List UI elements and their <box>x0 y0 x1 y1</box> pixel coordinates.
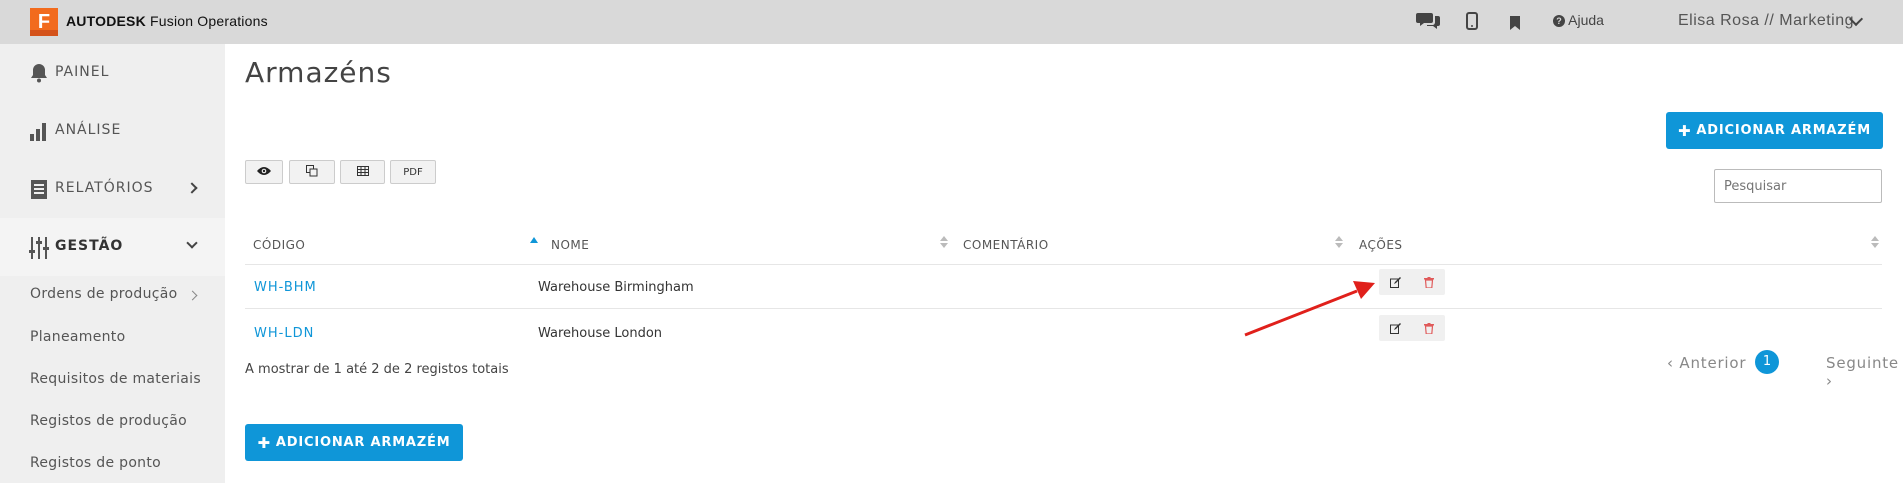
add-warehouse-label: ADICIONAR ARMAZÉM <box>275 435 451 450</box>
plus-icon: ✚ <box>1678 121 1692 140</box>
sidebar-subitem-registos-ponto[interactable]: Registos de ponto <box>30 455 161 471</box>
column-header-comentario[interactable]: COMENTÁRIO <box>963 238 1049 252</box>
excel-export-button[interactable] <box>340 160 385 184</box>
previous-label: Anterior <box>1679 354 1747 372</box>
row-name: Warehouse London <box>538 326 663 341</box>
chevron-right-icon <box>186 182 198 194</box>
delete-button[interactable] <box>1412 315 1445 341</box>
add-warehouse-button-bottom[interactable]: ✚ ADICIONAR ARMAZÉM <box>245 424 463 461</box>
sliders-icon <box>28 236 50 259</box>
sort-asc-icon[interactable] <box>530 237 538 243</box>
sidebar-item-analise[interactable]: ANÁLISE <box>0 102 225 160</box>
document-icon <box>28 178 50 200</box>
bookmark-icon[interactable] <box>1509 14 1521 35</box>
bell-icon <box>28 62 50 84</box>
add-warehouse-label: ADICIONAR ARMAZÉM <box>1696 123 1871 138</box>
help-link[interactable]: ? Ajuda <box>1553 12 1604 28</box>
sidebar-item-relatorios[interactable]: RELATÓRIOS <box>0 160 225 218</box>
row-name: Warehouse Birmingham <box>538 280 694 295</box>
fusion-logo[interactable]: F <box>30 8 58 36</box>
trash-icon <box>1423 319 1434 338</box>
top-bar: F AUTODESK Fusion Operations ? Ajuda Eli… <box>0 0 1903 44</box>
copy-button[interactable] <box>289 160 335 184</box>
column-header-codigo[interactable]: CÓDIGO <box>253 238 305 252</box>
sidebar-item-gestao[interactable]: GESTÃO <box>0 218 225 276</box>
sidebar-subitem-requisitos[interactable]: Requisitos de materiais <box>30 371 201 387</box>
bar-chart-icon <box>28 120 50 142</box>
table-icon <box>356 165 369 179</box>
table-divider <box>245 308 1882 309</box>
column-header-acoes: AÇÕES <box>1359 238 1403 252</box>
row-code-link[interactable]: WH-LDN <box>254 326 314 341</box>
next-label: Seguinte <box>1826 354 1899 372</box>
annotation-arrow <box>1244 281 1375 337</box>
chat-icon[interactable] <box>1416 10 1440 35</box>
pagination-next[interactable]: Seguinte › <box>1826 354 1903 390</box>
sidebar-item-label: PAINEL <box>55 64 110 80</box>
toggle-columns-button[interactable] <box>245 160 283 184</box>
plus-icon: ✚ <box>257 433 271 452</box>
delete-button[interactable] <box>1412 269 1445 295</box>
user-menu[interactable]: Elisa Rosa // Marketing <box>1678 12 1854 30</box>
add-warehouse-button-top[interactable]: ✚ ADICIONAR ARMAZÉM <box>1666 112 1883 149</box>
chevron-left-icon: ‹ <box>1667 354 1674 372</box>
mobile-icon[interactable] <box>1466 12 1478 35</box>
help-label: Ajuda <box>1568 12 1604 28</box>
copy-icon <box>306 164 318 180</box>
brand-bold: AUTODESK <box>66 13 146 29</box>
pagination-previous[interactable]: ‹ Anterior <box>1667 354 1746 372</box>
pagination-page[interactable]: 1 <box>1755 350 1779 374</box>
sidebar-subitem-ordens[interactable]: Ordens de produção <box>30 286 178 302</box>
brand-name: AUTODESK Fusion Operations <box>66 13 268 29</box>
row-code-link[interactable]: WH-BHM <box>254 280 317 295</box>
sidebar: PAINEL ANÁLISE RELATÓRIOS GESTÃO Ordens … <box>0 44 225 483</box>
page-title: Armazéns <box>245 56 392 89</box>
sidebar-item-label: ANÁLISE <box>55 122 122 138</box>
eye-icon <box>256 166 272 179</box>
help-icon: ? <box>1553 15 1565 27</box>
chevron-down-icon <box>186 237 198 249</box>
sidebar-item-painel[interactable]: PAINEL <box>0 44 225 102</box>
table-divider <box>245 264 1882 265</box>
trash-icon <box>1423 273 1434 292</box>
chevron-right-icon <box>187 290 198 301</box>
brand-product: Fusion Operations <box>150 13 268 29</box>
chevron-right-icon: › <box>1826 372 1833 390</box>
sidebar-subitem-registos-producao[interactable]: Registos de produção <box>30 413 187 429</box>
main-content: Armazéns ✚ ADICIONAR ARMAZÉM PDF CÓDIGO … <box>225 44 1903 483</box>
column-header-nome[interactable]: NOME <box>551 238 589 252</box>
sidebar-subitem-planeamento[interactable]: Planeamento <box>30 329 125 345</box>
sidebar-item-label: GESTÃO <box>55 238 124 254</box>
sidebar-item-label: RELATÓRIOS <box>55 180 154 196</box>
search-input[interactable] <box>1714 169 1882 203</box>
pdf-export-button[interactable]: PDF <box>390 160 436 184</box>
records-info: A mostrar de 1 até 2 de 2 registos totai… <box>245 362 509 377</box>
